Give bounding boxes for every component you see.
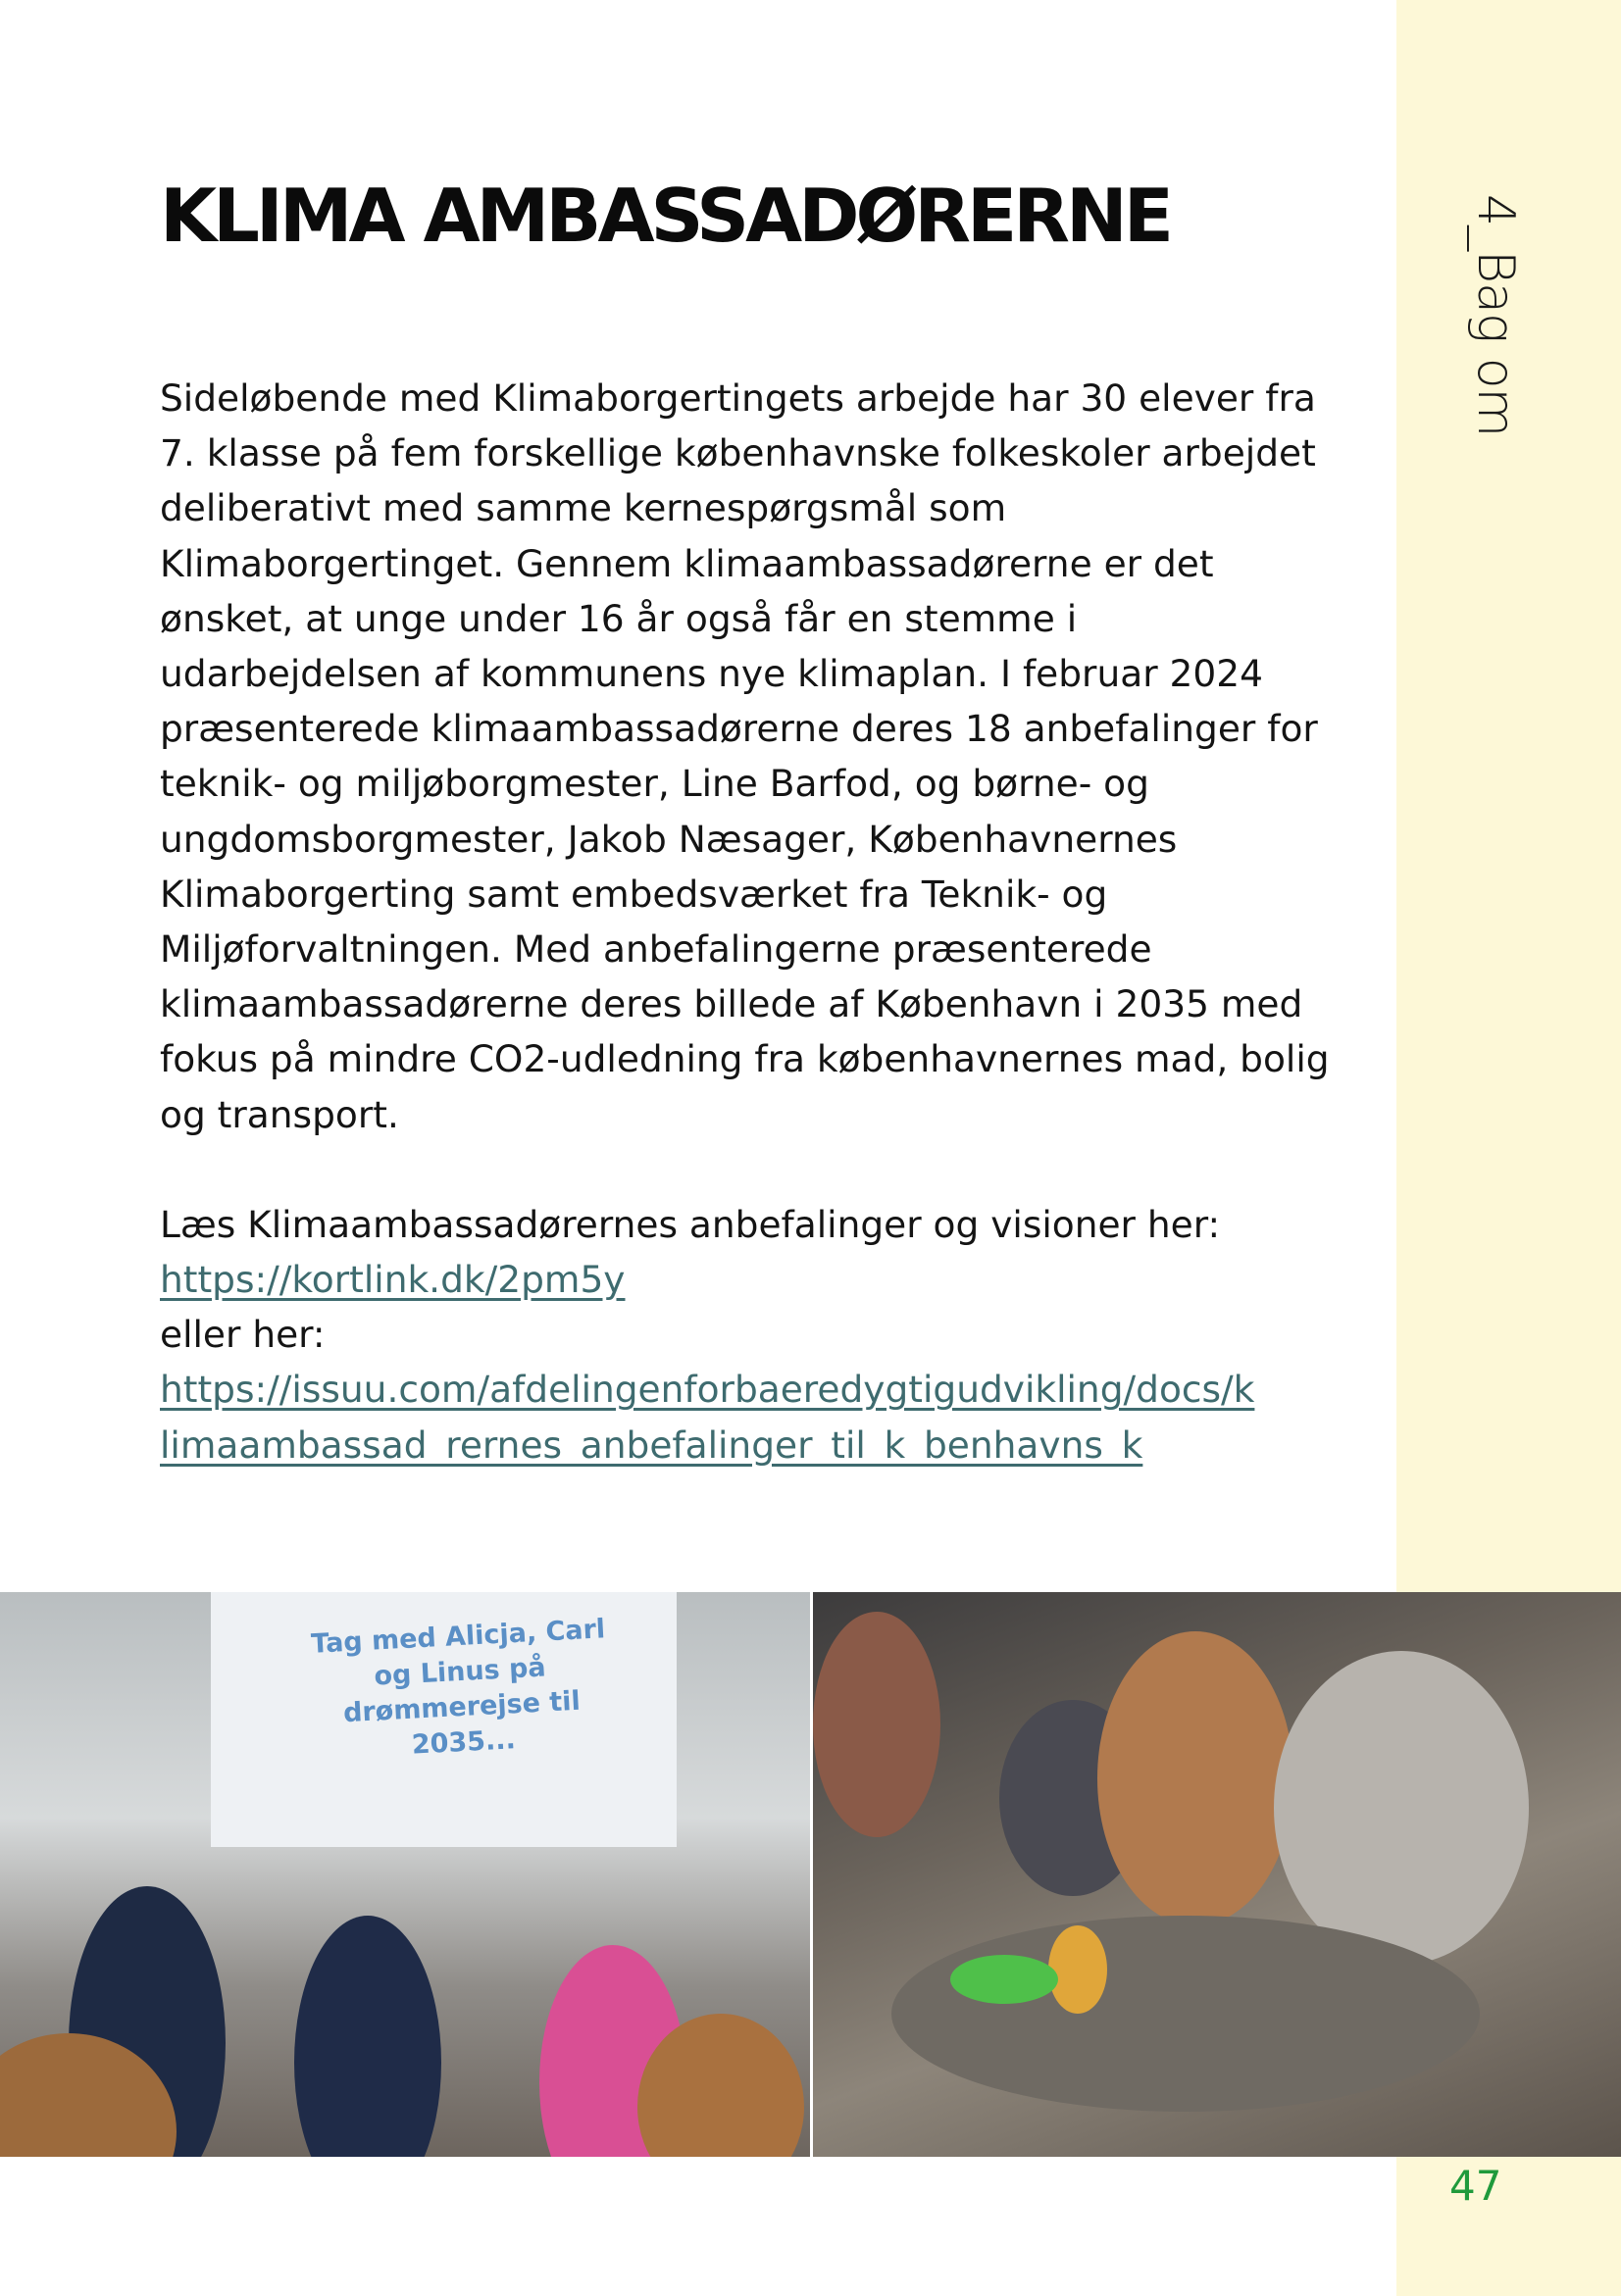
page-number: 47 xyxy=(1449,2162,1502,2210)
projector-screen-text: Tag med Alicja, Carl og Linus på drømmer… xyxy=(310,1614,606,1761)
kortlink-link[interactable]: https://kortlink.dk/2pm5y xyxy=(160,1252,1337,1307)
photo-students-presenting: Tag med Alicja, Carl og Linus på drømmer… xyxy=(0,1592,810,2157)
teen-speaking xyxy=(1097,1631,1293,1925)
photo-group-discussion xyxy=(813,1592,1621,2157)
read-more-text: Læs Klimaambassadørernes anbefalinger og… xyxy=(160,1202,1221,1246)
section-label: 4_Bag om xyxy=(1466,194,1525,437)
student-center xyxy=(294,1916,441,2157)
orange-drink xyxy=(1048,1925,1107,2014)
issuu-link-line-1: https://issuu.com/afdelingenforbaeredygt… xyxy=(160,1368,1255,1412)
body-text: Sideløbende med Klimaborgertingets arbej… xyxy=(160,371,1337,1472)
green-paper xyxy=(950,1955,1058,2004)
or-here-text: eller her: xyxy=(160,1313,326,1357)
page-title: KLIMA AMBASSADØRERNE xyxy=(160,173,1174,259)
issuu-link[interactable]: https://issuu.com/afdelingenforbaeredygt… xyxy=(160,1362,1337,1472)
table-items xyxy=(891,1916,1480,2112)
issuu-link-line-2: limaambassad_rernes_anbefalinger_til_k_b… xyxy=(160,1423,1143,1467)
intro-paragraph: Sideløbende med Klimaborgertingets arbej… xyxy=(160,376,1330,1136)
woman-left xyxy=(813,1612,940,1837)
grey-haired-person xyxy=(1274,1651,1529,1965)
